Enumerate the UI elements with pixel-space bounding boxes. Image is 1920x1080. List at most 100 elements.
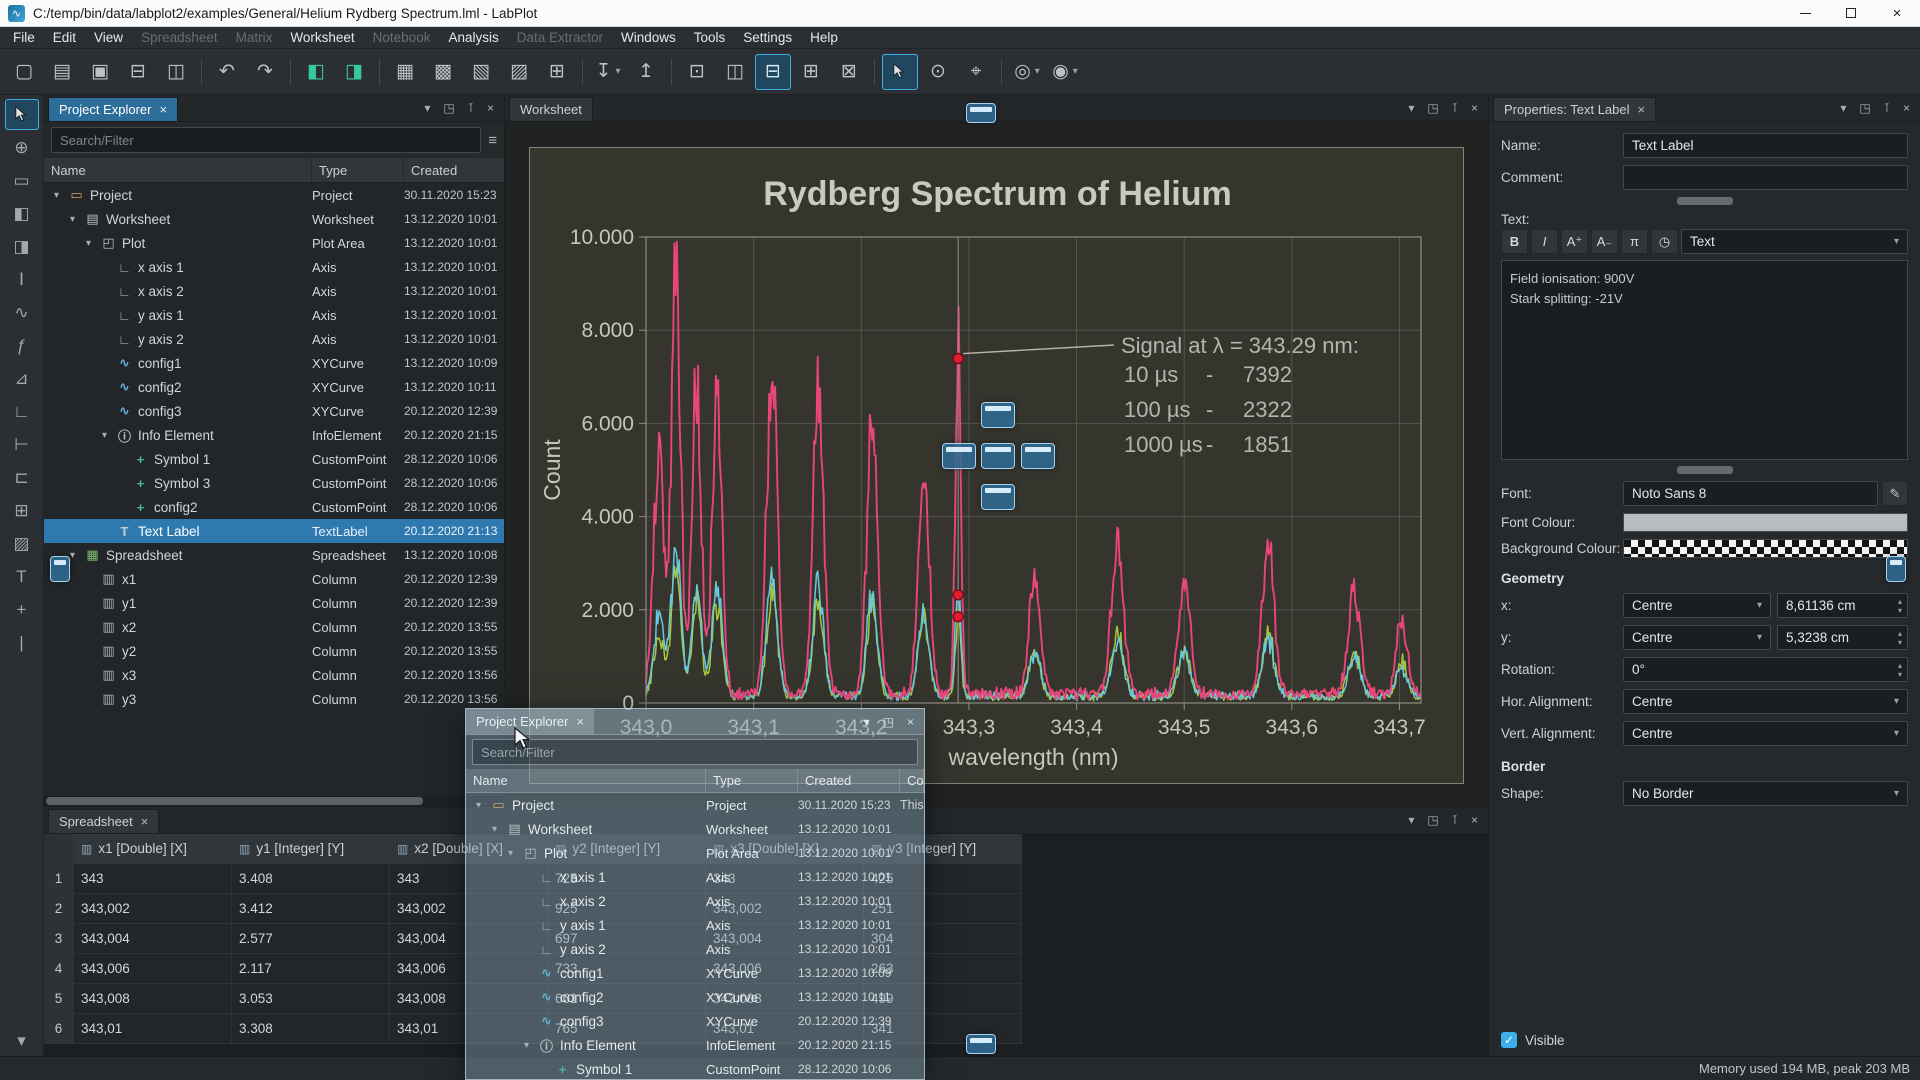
add-text-label-tool[interactable]: T: [5, 561, 39, 592]
y-anchor-combo[interactable]: Centre▾: [1623, 625, 1771, 650]
floating-project-explorer[interactable]: Project Explorer × ▾ ◳ × Search/Filter N…: [465, 708, 925, 1080]
sheet-cell[interactable]: 343: [74, 864, 232, 894]
close-icon[interactable]: ×: [1471, 101, 1478, 115]
tree-row-x1[interactable]: ▥x1Column20.12.2020 12:39numerical: [44, 567, 504, 591]
column-header-type[interactable]: Type: [706, 769, 798, 792]
export-button[interactable]: ↥: [628, 54, 664, 90]
add-plot-area-tool[interactable]: ⊞: [5, 495, 39, 526]
close-icon[interactable]: ×: [487, 101, 494, 115]
italic-button[interactable]: I: [1531, 229, 1558, 254]
add-curve-tool[interactable]: ∿: [5, 297, 39, 328]
add-histogram-tool[interactable]: ⊿: [5, 363, 39, 394]
new-datasource-button[interactable]: ⊞: [539, 54, 575, 90]
maximize-button[interactable]: [1828, 0, 1874, 26]
pin-icon[interactable]: ⊺: [1452, 813, 1458, 827]
new-matrix-button[interactable]: ▩: [425, 54, 461, 90]
tree-row-symbol-1[interactable]: +Symbol 1CustomPoint28.12.2020 10:06: [466, 1057, 924, 1080]
tree-row-x2[interactable]: ▥x2Column20.12.2020 13:55numerical: [44, 615, 504, 639]
menu-help[interactable]: Help: [801, 27, 847, 48]
tree-row-x-axis-2[interactable]: ∟x axis 2Axis13.12.2020 10:01: [466, 889, 924, 913]
name-field[interactable]: Text Label: [1623, 133, 1908, 158]
tree-row-x3[interactable]: ▥x3Column20.12.2020 13:56numerical: [44, 663, 504, 687]
float-icon[interactable]: ◳: [443, 101, 454, 115]
menu-tools[interactable]: Tools: [685, 27, 735, 48]
horizontal-scrollbar[interactable]: [44, 796, 504, 806]
grid-layout-button[interactable]: ⊞: [793, 54, 829, 90]
tree-row-x-axis-2[interactable]: ∟x axis 2Axis13.12.2020 10:01: [44, 279, 504, 303]
search-input[interactable]: Search/Filter: [51, 127, 481, 153]
sheet-cell[interactable]: 343,006: [74, 954, 232, 984]
font-field[interactable]: Noto Sans 8: [1623, 481, 1878, 506]
pointer-mode-button[interactable]: [882, 54, 918, 90]
close-button[interactable]: ×: [1874, 0, 1920, 26]
close-icon[interactable]: ×: [1638, 102, 1646, 117]
hor-alignment-combo[interactable]: Centre▾: [1623, 689, 1908, 714]
tree-row-y-axis-1[interactable]: ∟y axis 1Axis13.12.2020 10:01: [44, 303, 504, 327]
column-header-name[interactable]: Name: [44, 158, 312, 182]
row-number[interactable]: 2: [44, 894, 74, 924]
tree-row-worksheet[interactable]: ▾▤WorksheetWorksheet13.12.2020 10:01: [466, 817, 924, 841]
column-header-created[interactable]: Created: [798, 769, 900, 792]
row-number[interactable]: 4: [44, 954, 74, 984]
row-number[interactable]: 1: [44, 864, 74, 894]
custom-point[interactable]: [953, 612, 963, 622]
menu-notebook[interactable]: Notebook: [364, 27, 440, 48]
tree-row-symbol-3[interactable]: +Symbol 3CustomPoint28.12.2020 10:06: [44, 471, 504, 495]
tree-row-config2[interactable]: +config2CustomPoint28.12.2020 10:06: [44, 495, 504, 519]
menu-matrix[interactable]: Matrix: [227, 27, 282, 48]
splitter-grip[interactable]: [1677, 466, 1733, 474]
new-worksheet-button[interactable]: ▧: [463, 54, 499, 90]
sheet-cell[interactable]: 2.577: [232, 924, 390, 954]
sheet-cell[interactable]: 343,002: [74, 894, 232, 924]
tree-row-config2[interactable]: ∿config2XYCurve13.12.2020 10:11: [44, 375, 504, 399]
menu-file[interactable]: File: [4, 27, 44, 48]
tree-row-text-label[interactable]: TText LabelTextLabel20.12.2020 21:13: [44, 519, 504, 543]
magnifier-button[interactable]: ◉▾: [1047, 54, 1083, 90]
column-header-comment[interactable]: Comment: [900, 769, 924, 792]
zoom-x-selection-tool[interactable]: ◧: [5, 198, 39, 229]
chevron-down-icon[interactable]: ▾: [864, 715, 870, 729]
tree-row-y3[interactable]: ▥y3Column20.12.2020 13:56integer da...: [44, 687, 504, 711]
sheet-cell[interactable]: 343,004: [74, 924, 232, 954]
border-shape-combo[interactable]: No Border▾: [1623, 781, 1908, 806]
scroll-more-tools[interactable]: ▾: [5, 1025, 39, 1056]
close-icon[interactable]: ×: [141, 814, 149, 829]
sheet-cell[interactable]: 3.408: [232, 864, 390, 894]
float-icon[interactable]: ◳: [1427, 813, 1438, 827]
subscript-button[interactable]: A₋: [1591, 229, 1618, 254]
sheet-cell[interactable]: 343,01: [74, 1014, 232, 1044]
text-editor[interactable]: Field ionisation: 900V Stark splitting: …: [1501, 260, 1908, 460]
text-mode-combo[interactable]: Text▾: [1681, 229, 1908, 254]
superscript-button[interactable]: A⁺: [1561, 229, 1588, 254]
break-layout-button[interactable]: ⊠: [831, 54, 867, 90]
vert-alignment-combo[interactable]: Centre▾: [1623, 721, 1908, 746]
chevron-down-icon[interactable]: ▾: [1408, 101, 1414, 115]
row-number[interactable]: 6: [44, 1014, 74, 1044]
sheet-column-header-x1[interactable]: ▥x1 [Double] [X]: [74, 834, 232, 864]
chevron-down-icon[interactable]: ▾: [1840, 101, 1846, 115]
tree-row-project[interactable]: ▾▭ProjectProject30.11.2020 15:23This pro…: [466, 793, 924, 817]
close-icon[interactable]: ×: [576, 714, 584, 729]
close-icon[interactable]: ×: [907, 715, 914, 729]
tree-row-y-axis-2[interactable]: ∟y axis 2Axis13.12.2020 10:01: [466, 937, 924, 961]
pin-icon[interactable]: ⊺: [468, 101, 474, 115]
add-legend-tool[interactable]: ⊏: [5, 462, 39, 493]
tree-row-y-axis-1[interactable]: ∟y axis 1Axis13.12.2020 10:01: [466, 913, 924, 937]
tree-row-worksheet[interactable]: ▾▤WorksheetWorksheet13.12.2020 10:01: [44, 207, 504, 231]
pointer-tool[interactable]: [5, 99, 39, 130]
tree-row-y2[interactable]: ▥y2Column20.12.2020 13:55integer da...: [44, 639, 504, 663]
open-project-button[interactable]: ▤: [44, 54, 80, 90]
zoom-select-mode-button[interactable]: ⌖: [958, 54, 994, 90]
custom-point[interactable]: [953, 354, 963, 364]
add-reference-line-tool[interactable]: |: [5, 627, 39, 658]
new-note-button[interactable]: ▨: [501, 54, 537, 90]
add-horizontal-axis-tool[interactable]: ∟: [5, 396, 39, 427]
sheet-cell[interactable]: 2.117: [232, 954, 390, 984]
tree-row-config2[interactable]: ∿config2XYCurve13.12.2020 10:11: [466, 985, 924, 1009]
import-button[interactable]: ↧▾: [590, 54, 626, 90]
font-colour-swatch[interactable]: [1623, 513, 1908, 532]
pin-icon[interactable]: ⊺: [1452, 101, 1458, 115]
menu-settings[interactable]: Settings: [734, 27, 801, 48]
symbols-button[interactable]: π: [1621, 229, 1648, 254]
column-header-type[interactable]: Type: [312, 158, 404, 182]
